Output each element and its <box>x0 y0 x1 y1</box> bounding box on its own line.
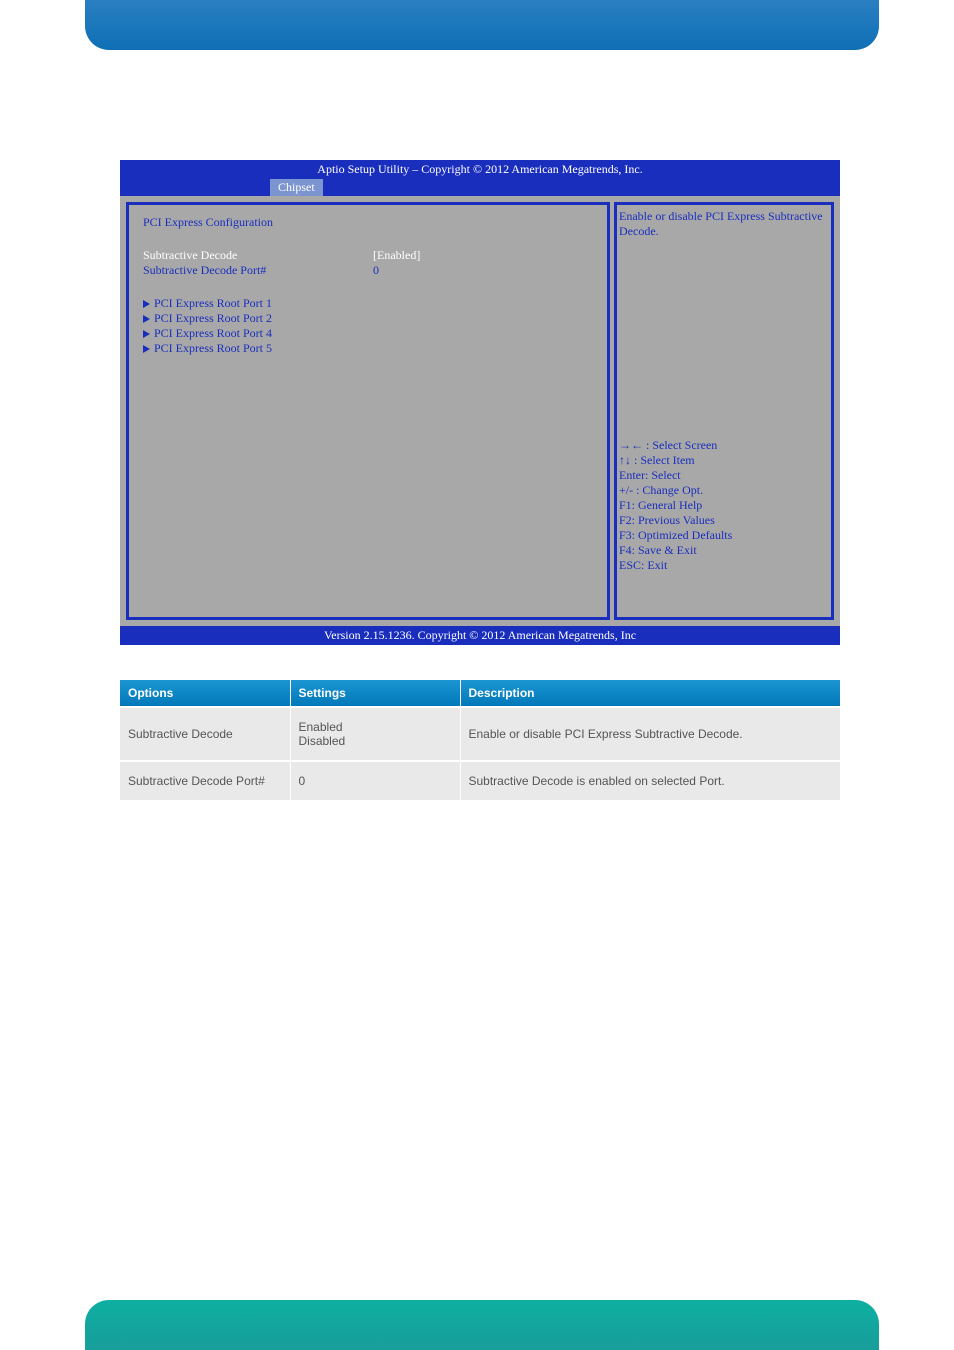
submenu-label: PCI Express Root Port 5 <box>154 341 272 356</box>
setting-label: Subtractive Decode <box>143 248 373 263</box>
bios-titlebar: Aptio Setup Utility – Copyright © 2012 A… <box>120 160 840 179</box>
setting-value: [Enabled] <box>373 248 420 263</box>
nav-help: →← : Select Screen ↑↓ : Select Item Ente… <box>619 438 829 613</box>
tab-chipset[interactable]: Chipset <box>270 179 323 196</box>
top-banner <box>85 0 879 50</box>
submenu-pcirp2[interactable]: PCI Express Root Port 2 <box>143 311 593 326</box>
nav-f4: F4: Save & Exit <box>619 543 829 558</box>
submenu-label: PCI Express Root Port 4 <box>154 326 272 341</box>
submenu-label: PCI Express Root Port 1 <box>154 296 272 311</box>
submenu-pcirp4[interactable]: PCI Express Root Port 4 <box>143 326 593 341</box>
nav-select-screen: →← : Select Screen <box>619 438 829 453</box>
bios-footer: Version 2.15.1236. Copyright © 2012 Amer… <box>120 626 840 645</box>
option-table: Options Settings Description Subtractive… <box>120 680 840 800</box>
submenu-arrow-icon <box>143 315 150 323</box>
td-options: Subtractive Decode <box>120 707 290 761</box>
bios-body: PCI Express Configuration Subtractive De… <box>120 196 840 626</box>
nav-enter: Enter: Select <box>619 468 829 483</box>
setting-subtractive-decode[interactable]: Subtractive Decode [Enabled] <box>143 248 593 263</box>
td-settings: Enabled Disabled <box>290 707 460 761</box>
td-description: Subtractive Decode is enabled on selecte… <box>460 761 840 800</box>
nav-f2: F2: Previous Values <box>619 513 829 528</box>
nav-esc: ESC: Exit <box>619 558 829 573</box>
bios-main-panel: PCI Express Configuration Subtractive De… <box>126 202 610 620</box>
submenu-label: PCI Express Root Port 2 <box>154 311 272 326</box>
setting-value: 0 <box>373 263 379 278</box>
th-options: Options <box>120 680 290 707</box>
submenu-pcirp5[interactable]: PCI Express Root Port 5 <box>143 341 593 356</box>
submenu-arrow-icon <box>143 300 150 308</box>
setting-label: Subtractive Decode Port# <box>143 263 373 278</box>
th-description: Description <box>460 680 840 707</box>
td-settings: 0 <box>290 761 460 800</box>
help-text: Enable or disable PCI Express Subtractiv… <box>619 209 829 239</box>
section-header: PCI Express Configuration <box>143 215 593 230</box>
bottom-banner <box>85 1300 879 1350</box>
bios-tabrow: Chipset <box>120 179 840 196</box>
td-description: Enable or disable PCI Express Subtractiv… <box>460 707 840 761</box>
bios-screen: Aptio Setup Utility – Copyright © 2012 A… <box>120 160 840 645</box>
submenu-arrow-icon <box>143 330 150 338</box>
nav-f3: F3: Optimized Defaults <box>619 528 829 543</box>
td-options: Subtractive Decode Port# <box>120 761 290 800</box>
submenu-pcirp1[interactable]: PCI Express Root Port 1 <box>143 296 593 311</box>
th-settings: Settings <box>290 680 460 707</box>
table-row: Subtractive Decode Port# 0 Subtractive D… <box>120 761 840 800</box>
nav-change-opt: +/- : Change Opt. <box>619 483 829 498</box>
nav-select-item: ↑↓ : Select Item <box>619 453 829 468</box>
bios-side-panel: Enable or disable PCI Express Subtractiv… <box>614 202 834 620</box>
setting-subtractive-decode-port[interactable]: Subtractive Decode Port# 0 <box>143 263 593 278</box>
nav-f1: F1: General Help <box>619 498 829 513</box>
submenu-arrow-icon <box>143 345 150 353</box>
table-row: Subtractive Decode Enabled Disabled Enab… <box>120 707 840 761</box>
table-header-row: Options Settings Description <box>120 680 840 707</box>
